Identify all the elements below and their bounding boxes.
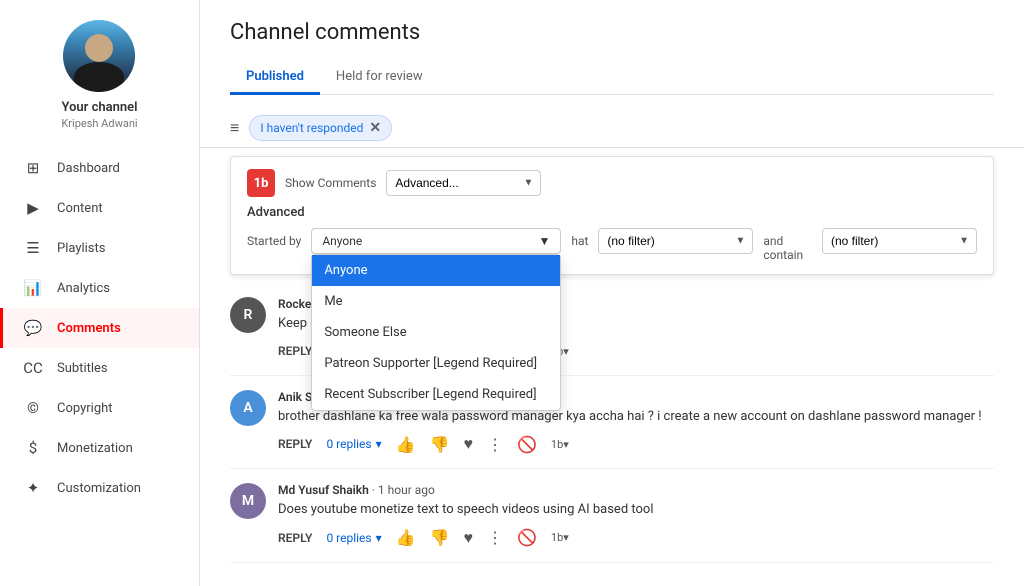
reply-button[interactable]: REPLY [278, 437, 312, 451]
dropdown-option-anyone[interactable]: Anyone [312, 255, 560, 286]
sidebar-item-label-comments: Comments [57, 321, 121, 336]
thumbs-down-icon[interactable]: 👎 [430, 528, 450, 547]
and-contain-label: and contain [763, 228, 812, 262]
comment-author: Md Yusuf Shaikh [278, 483, 369, 497]
started-by-row: Started by Anyone ▼ Anyone Me Someone El… [247, 228, 977, 262]
analytics-icon: 📊 [23, 278, 43, 298]
chevron-down-icon: ▾ [376, 531, 382, 545]
dashboard-icon: ⊞ [23, 158, 43, 178]
comment-avatar: A [230, 390, 266, 426]
show-comments-label: Show Comments [285, 176, 376, 190]
comment-avatar: R [230, 297, 266, 333]
avatar [63, 20, 135, 92]
sidebar-item-label-playlists: Playlists [57, 241, 105, 256]
channel-sub: Kripesh Adwani [61, 117, 137, 130]
sidebar-item-label-copyright: Copyright [57, 401, 113, 416]
sidebar-item-monetization[interactable]: $ Monetization [0, 428, 199, 468]
sidebar-item-label-monetization: Monetization [57, 441, 133, 456]
no-filter-2-select[interactable]: (no filter) [822, 228, 977, 254]
chip-label: I haven't responded [260, 121, 363, 135]
no-filter-1-select[interactable]: (no filter) [598, 228, 753, 254]
dropdown-option-me[interactable]: Me [312, 286, 560, 317]
channel-name: Your channel [61, 100, 137, 115]
playlists-icon: ☰ [23, 238, 43, 258]
started-by-dropdown-list: Anyone Me Someone Else Patreon Supporter… [311, 254, 561, 411]
advanced-panel: 1b Show Comments Advanced... ▼ Advanced … [230, 156, 994, 275]
comment-time: 1 hour ago [378, 483, 435, 497]
sidebar-item-label-customization: Customization [57, 481, 141, 496]
sidebar-profile: Your channel Kripesh Adwani [61, 20, 137, 130]
hide-icon[interactable]: 🚫 [517, 528, 537, 547]
thumbs-up-icon[interactable]: 👍 [396, 435, 416, 454]
dropdown-selected-value: Anyone [322, 234, 362, 248]
brand-action-icon[interactable]: 1b▾ [551, 531, 569, 544]
comments-icon: 💬 [23, 318, 43, 338]
tabs-bar: Published Held for review [230, 61, 994, 95]
advanced-label: Advanced [247, 205, 977, 220]
comment-author: Rocker [278, 297, 316, 311]
hat-label: hat [571, 228, 588, 248]
heart-icon[interactable]: ♥ [463, 434, 473, 454]
replies-count[interactable]: 0 replies ▾ [326, 531, 381, 545]
sidebar: Your channel Kripesh Adwani ⊞ Dashboard … [0, 0, 200, 586]
show-comments-select-wrapper: Advanced... ▼ [386, 170, 541, 196]
page-title: Channel comments [230, 20, 994, 45]
started-by-dropdown-container: Anyone ▼ Anyone Me Someone Else Patreon … [311, 228, 561, 254]
filter-bar: ≡ I haven't responded ✕ [200, 109, 1024, 148]
main-content: Channel comments Published Held for revi… [200, 0, 1024, 586]
dropdown-option-someone-else[interactable]: Someone Else [312, 317, 560, 348]
no-filter-1-wrapper: (no filter) ▼ [598, 228, 753, 254]
comment-actions: REPLY 0 replies ▾ 👍 👎 ♥ ⋮ 🚫 1b▾ [278, 434, 994, 454]
sidebar-item-dashboard[interactable]: ⊞ Dashboard [0, 148, 199, 188]
comment-meta: Md Yusuf Shaikh · 1 hour ago [278, 483, 994, 497]
sidebar-item-label-subtitles: Subtitles [57, 361, 108, 376]
dropdown-arrow-icon: ▼ [538, 234, 550, 248]
filter-chip-responded: I haven't responded ✕ [249, 115, 392, 141]
main-header: Channel comments Published Held for revi… [200, 0, 1024, 95]
hide-icon[interactable]: 🚫 [517, 435, 537, 454]
filter-icon[interactable]: ≡ [230, 118, 239, 138]
comment-body: Md Yusuf Shaikh · 1 hour ago Does youtub… [278, 483, 994, 547]
sidebar-item-content[interactable]: ▶ Content [0, 188, 199, 228]
sidebar-item-customization[interactable]: ✦ Customization [0, 468, 199, 508]
reply-button[interactable]: REPLY [278, 344, 312, 358]
sidebar-nav: ⊞ Dashboard ▶ Content ☰ Playlists 📊 Anal… [0, 148, 199, 508]
sidebar-item-playlists[interactable]: ☰ Playlists [0, 228, 199, 268]
comment-item: M Md Yusuf Shaikh · 1 hour ago Does yout… [230, 469, 994, 562]
copyright-icon: © [23, 398, 43, 418]
comment-avatar: M [230, 483, 266, 519]
more-options-icon[interactable]: ⋮ [487, 528, 503, 547]
sidebar-item-comments[interactable]: 💬 Comments [0, 308, 199, 348]
tab-published[interactable]: Published [230, 61, 320, 95]
replies-count[interactable]: 0 replies ▾ [326, 437, 381, 451]
reply-button[interactable]: REPLY [278, 531, 312, 545]
monetization-icon: $ [23, 438, 43, 458]
chip-close-button[interactable]: ✕ [369, 120, 381, 136]
sidebar-item-analytics[interactable]: 📊 Analytics [0, 268, 199, 308]
dropdown-option-patreon[interactable]: Patreon Supporter [Legend Required] [312, 348, 560, 379]
dropdown-option-recent-sub[interactable]: Recent Subscriber [Legend Required] [312, 379, 560, 410]
sidebar-item-label-content: Content [57, 201, 103, 216]
sidebar-item-label-dashboard: Dashboard [57, 161, 120, 176]
heart-icon[interactable]: ♥ [463, 528, 473, 548]
customization-icon: ✦ [23, 478, 43, 498]
content-icon: ▶ [23, 198, 43, 218]
comment-text: Does youtube monetize text to speech vid… [278, 501, 994, 519]
more-options-icon[interactable]: ⋮ [487, 435, 503, 454]
no-filter-2-wrapper: (no filter) ▼ [822, 228, 977, 254]
brand-action-icon[interactable]: 1b▾ [551, 438, 569, 451]
show-comments-select[interactable]: Advanced... [386, 170, 541, 196]
thumbs-down-icon[interactable]: 👎 [430, 435, 450, 454]
started-by-label: Started by [247, 228, 301, 248]
sidebar-item-label-analytics: Analytics [57, 281, 110, 296]
sidebar-item-copyright[interactable]: © Copyright [0, 388, 199, 428]
thumbs-up-icon[interactable]: 👍 [396, 528, 416, 547]
started-by-dropdown-trigger[interactable]: Anyone ▼ [311, 228, 561, 254]
subtitles-icon: CC [23, 358, 43, 378]
brand-icon: 1b [247, 169, 275, 197]
tab-held[interactable]: Held for review [320, 61, 439, 95]
chevron-down-icon: ▾ [376, 437, 382, 451]
comment-actions: REPLY 0 replies ▾ 👍 👎 ♥ ⋮ 🚫 1b▾ [278, 528, 994, 548]
sidebar-item-subtitles[interactable]: CC Subtitles [0, 348, 199, 388]
